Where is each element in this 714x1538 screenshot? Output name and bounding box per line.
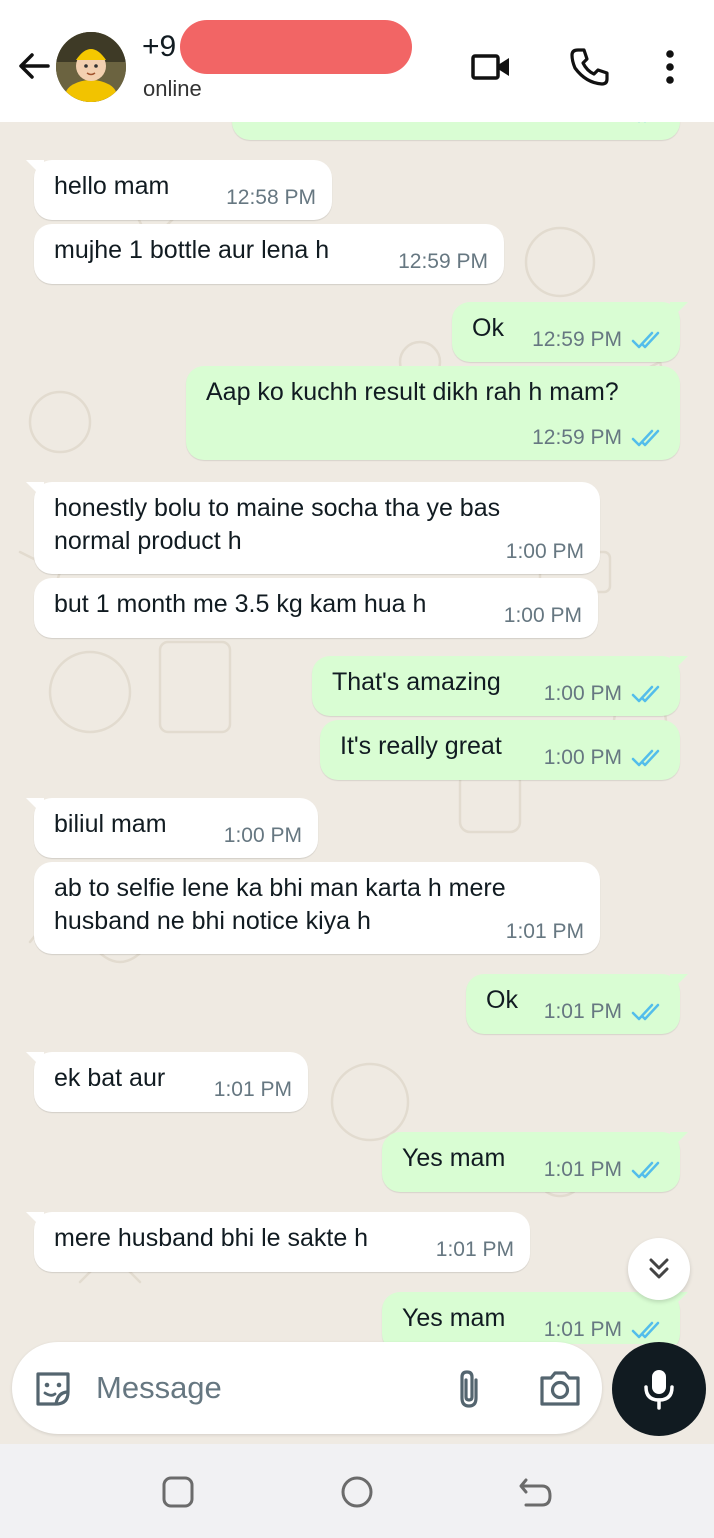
message-bubble-incoming[interactable]: ek bat aur 1:01 PM	[26, 1052, 308, 1112]
message-text: Yes mam	[402, 1304, 506, 1332]
message-text: Ok	[472, 314, 504, 342]
contact-avatar[interactable]	[56, 32, 126, 102]
bubble-tail	[670, 1132, 688, 1150]
message-text: but 1 month me 3.5 kg kam hua h	[54, 590, 427, 618]
message-text: honestly bolu to maine socha tha ye bas …	[54, 494, 501, 555]
read-tick-icon	[631, 1321, 660, 1338]
message-text: Ok	[486, 986, 518, 1014]
message-bubble-incoming[interactable]: but 1 month me 3.5 kg kam hua h 1:00 PM	[34, 578, 598, 638]
message-text: That's amazing	[332, 668, 501, 696]
message-bubble-outgoing[interactable]: Ok 1:01 PM	[466, 974, 688, 1034]
message-time: 12:57 PM	[532, 122, 622, 130]
read-tick-icon	[631, 749, 660, 766]
message-time: 1:00 PM	[543, 746, 622, 769]
system-nav-bar	[0, 1444, 714, 1538]
bubble-tail	[670, 656, 688, 674]
message-time: 1:01 PM	[543, 1000, 622, 1023]
message-text: It's really great	[340, 732, 502, 760]
message-bubble-outgoing[interactable]: Aap ko kuchh result dikh rah h mam? 12:5…	[186, 366, 680, 460]
attach-icon[interactable]	[452, 1368, 486, 1410]
message-text: Aap ko kuchh result dikh rah h mam?	[206, 378, 619, 406]
message-time: 12:59 PM	[532, 328, 622, 351]
message-time: 1:01 PM	[543, 1318, 622, 1341]
message-bubble-incoming[interactable]: hello mam 12:58 PM	[26, 160, 332, 220]
message-bubble-outgoing[interactable]: It's really great 1:00 PM	[320, 720, 680, 780]
message-time: 1:01 PM	[505, 920, 584, 943]
contact-status: online	[143, 76, 202, 101]
message-text: ek bat aur	[54, 1064, 166, 1092]
message-time: 1:01 PM	[213, 1078, 292, 1101]
bubble-tail	[670, 974, 688, 992]
message-time: 12:59 PM	[532, 426, 622, 449]
home-icon[interactable]	[337, 1472, 377, 1512]
redaction-mark	[180, 20, 412, 74]
message-bubble-outgoing[interactable]: That's amazing 1:00 PM	[312, 656, 688, 716]
bubble-tail	[670, 302, 688, 320]
message-time: 12:58 PM	[226, 186, 316, 209]
read-tick-icon	[631, 1003, 660, 1020]
message-bubble-incoming[interactable]: biliul mam 1:00 PM	[26, 798, 318, 858]
phone-icon[interactable]	[566, 44, 612, 90]
double-chevron-down-icon	[649, 1258, 669, 1279]
back-arrow-icon[interactable]	[14, 46, 54, 86]
more-vert-icon[interactable]	[648, 44, 692, 90]
message-time: 1:01 PM	[435, 1238, 514, 1261]
mic-icon	[644, 1370, 674, 1410]
read-tick-icon	[630, 122, 664, 125]
read-tick-icon	[631, 331, 660, 348]
message-text: mujhe 1 bottle aur lena h	[54, 236, 330, 264]
message-text: Yes mam	[402, 1144, 506, 1172]
message-time: 1:00 PM	[543, 682, 622, 705]
message-time: 1:00 PM	[223, 824, 302, 847]
message-bubble-incoming[interactable]: ab to selfie lene ka bhi man karta h mer…	[34, 862, 600, 954]
message-time: 1:01 PM	[543, 1158, 622, 1181]
message-bubble-outgoing[interactable]: Yes mam 1:01 PM	[382, 1292, 688, 1344]
read-tick-icon	[631, 429, 660, 446]
video-call-icon[interactable]	[468, 44, 514, 90]
read-tick-icon	[631, 1161, 660, 1178]
camera-icon[interactable]	[538, 1368, 582, 1408]
message-bubble-incoming[interactable]: mujhe 1 bottle aur lena h 12:59 PM	[34, 224, 504, 284]
message-input[interactable]: Message	[96, 1370, 222, 1406]
scroll-to-bottom-button[interactable]	[628, 1238, 690, 1300]
message-text: hello mam	[54, 172, 170, 200]
bubble-tail	[26, 1212, 44, 1230]
contact-name[interactable]: +9	[142, 30, 176, 64]
bubble-tail	[26, 482, 44, 500]
recents-icon[interactable]	[158, 1472, 198, 1512]
message-time: 1:00 PM	[505, 540, 584, 563]
message-bubble-outgoing[interactable]: Ok 12:59 PM	[452, 302, 688, 362]
message-bubble-outgoing[interactable]: 12:57 PM	[232, 122, 680, 140]
message-text: mere husband bhi le sakte h	[54, 1224, 369, 1252]
message-bubble-outgoing[interactable]: Yes mam 1:01 PM	[382, 1132, 688, 1192]
read-tick-icon	[631, 685, 660, 702]
bubble-tail	[26, 798, 44, 816]
message-time: 12:59 PM	[398, 250, 488, 273]
back-nav-icon[interactable]	[516, 1472, 556, 1512]
bubble-tail	[26, 1052, 44, 1070]
chat-area[interactable]: 12:57 PM hello mam 12:58 PM mujhe 1 bott…	[0, 122, 714, 1344]
sticker-icon[interactable]	[32, 1368, 74, 1410]
message-bubble-incoming[interactable]: honestly bolu to maine socha tha ye bas …	[26, 482, 600, 574]
chat-header: +9 online	[0, 0, 714, 122]
message-composer[interactable]: Message	[12, 1342, 602, 1434]
message-time: 1:00 PM	[503, 604, 582, 627]
message-text: ab to selfie lene ka bhi man karta h mer…	[54, 874, 506, 935]
bubble-tail	[26, 160, 44, 178]
message-text: biliul mam	[54, 810, 167, 838]
voice-record-button[interactable]	[612, 1342, 706, 1436]
message-bubble-incoming[interactable]: mere husband bhi le sakte h 1:01 PM	[26, 1212, 530, 1272]
